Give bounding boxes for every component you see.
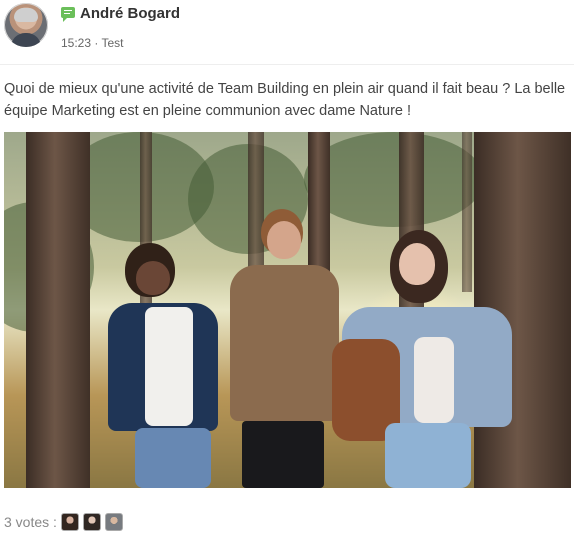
woman-left bbox=[102, 239, 227, 488]
meta-separator: · bbox=[94, 36, 99, 50]
voter-avatar[interactable] bbox=[60, 513, 79, 531]
author-name[interactable]: André Bogard bbox=[80, 5, 180, 22]
chat-bubble-icon bbox=[61, 7, 75, 22]
tree-trunk bbox=[26, 132, 90, 488]
man-center bbox=[222, 207, 342, 488]
post-header: André Bogard 15:23 · Test bbox=[0, 0, 574, 64]
woman-right bbox=[332, 225, 512, 488]
votes-summary: 3 votes : bbox=[4, 512, 123, 532]
voter-avatar[interactable] bbox=[104, 513, 123, 531]
header-divider bbox=[0, 64, 574, 65]
post-time: 15:23 bbox=[61, 36, 92, 50]
post-category[interactable]: Test bbox=[102, 36, 124, 50]
voter-avatar[interactable] bbox=[82, 513, 101, 531]
author-avatar[interactable] bbox=[4, 3, 48, 47]
votes-label[interactable]: 3 votes : bbox=[4, 514, 57, 530]
post-body: Quoi de mieux qu'une activité de Team Bu… bbox=[4, 81, 566, 119]
post-photo[interactable] bbox=[4, 132, 571, 488]
post-meta: 15:23 · Test bbox=[61, 36, 124, 50]
